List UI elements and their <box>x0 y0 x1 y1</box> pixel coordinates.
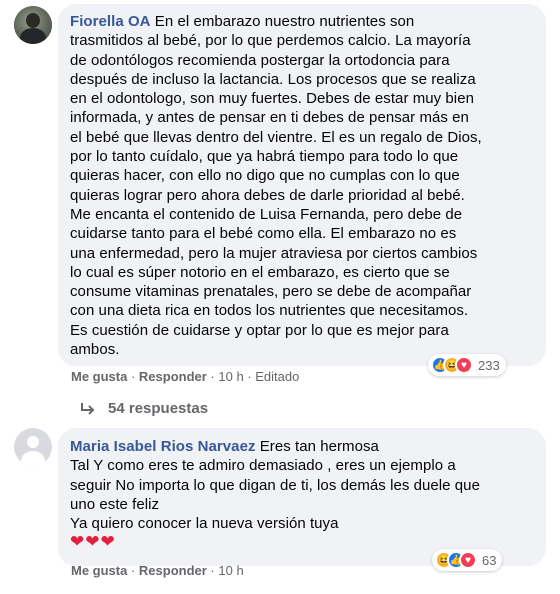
comment-time[interactable]: 10 h <box>218 369 243 384</box>
comment-bubble: Maria Isabel Rios Narvaez Eres tan hermo… <box>58 428 546 566</box>
comment-body: En el embarazo nuestro nutrientes son tr… <box>70 13 482 359</box>
comment-text: Fiorella OA En el embarazo nuestro nutri… <box>70 12 540 359</box>
like-button[interactable]: Me gusta <box>71 563 127 578</box>
comment-time[interactable]: 10 h <box>218 563 243 578</box>
avatar[interactable] <box>14 6 52 44</box>
reaction-summary[interactable]: 👍 😆 ♥ 233 <box>428 354 506 376</box>
love-reaction-icon: ♥ <box>459 551 477 569</box>
avatar[interactable] <box>14 428 52 466</box>
comment-actions: Me gusta · Responder · 10 h <box>71 563 244 578</box>
like-button[interactable]: Me gusta <box>71 369 127 384</box>
reaction-count: 63 <box>482 552 497 568</box>
edited-label: Editado <box>255 369 300 384</box>
reply-button[interactable]: Responder <box>139 563 207 578</box>
reply-arrow-icon <box>81 402 95 415</box>
reaction-count: 233 <box>478 357 500 373</box>
comment-actions: Me gusta · Responder · 10 h · Editado <box>71 369 300 384</box>
heart-emojis: ❤❤❤ <box>70 532 116 551</box>
comment-author[interactable]: Maria Isabel Rios Narvaez <box>70 438 256 455</box>
comment-author[interactable]: Fiorella OA <box>70 13 151 30</box>
reaction-summary[interactable]: 😆 👍 ♥ 63 <box>432 549 503 571</box>
reply-button[interactable]: Responder <box>139 369 207 384</box>
view-replies-button[interactable]: 54 respuestas <box>80 400 208 417</box>
comment-bubble: Fiorella OA En el embarazo nuestro nutri… <box>58 4 546 366</box>
love-reaction-icon: ♥ <box>455 356 473 374</box>
replies-label: 54 respuestas <box>108 400 209 417</box>
comment-text: Maria Isabel Rios Narvaez Eres tan hermo… <box>70 437 540 533</box>
